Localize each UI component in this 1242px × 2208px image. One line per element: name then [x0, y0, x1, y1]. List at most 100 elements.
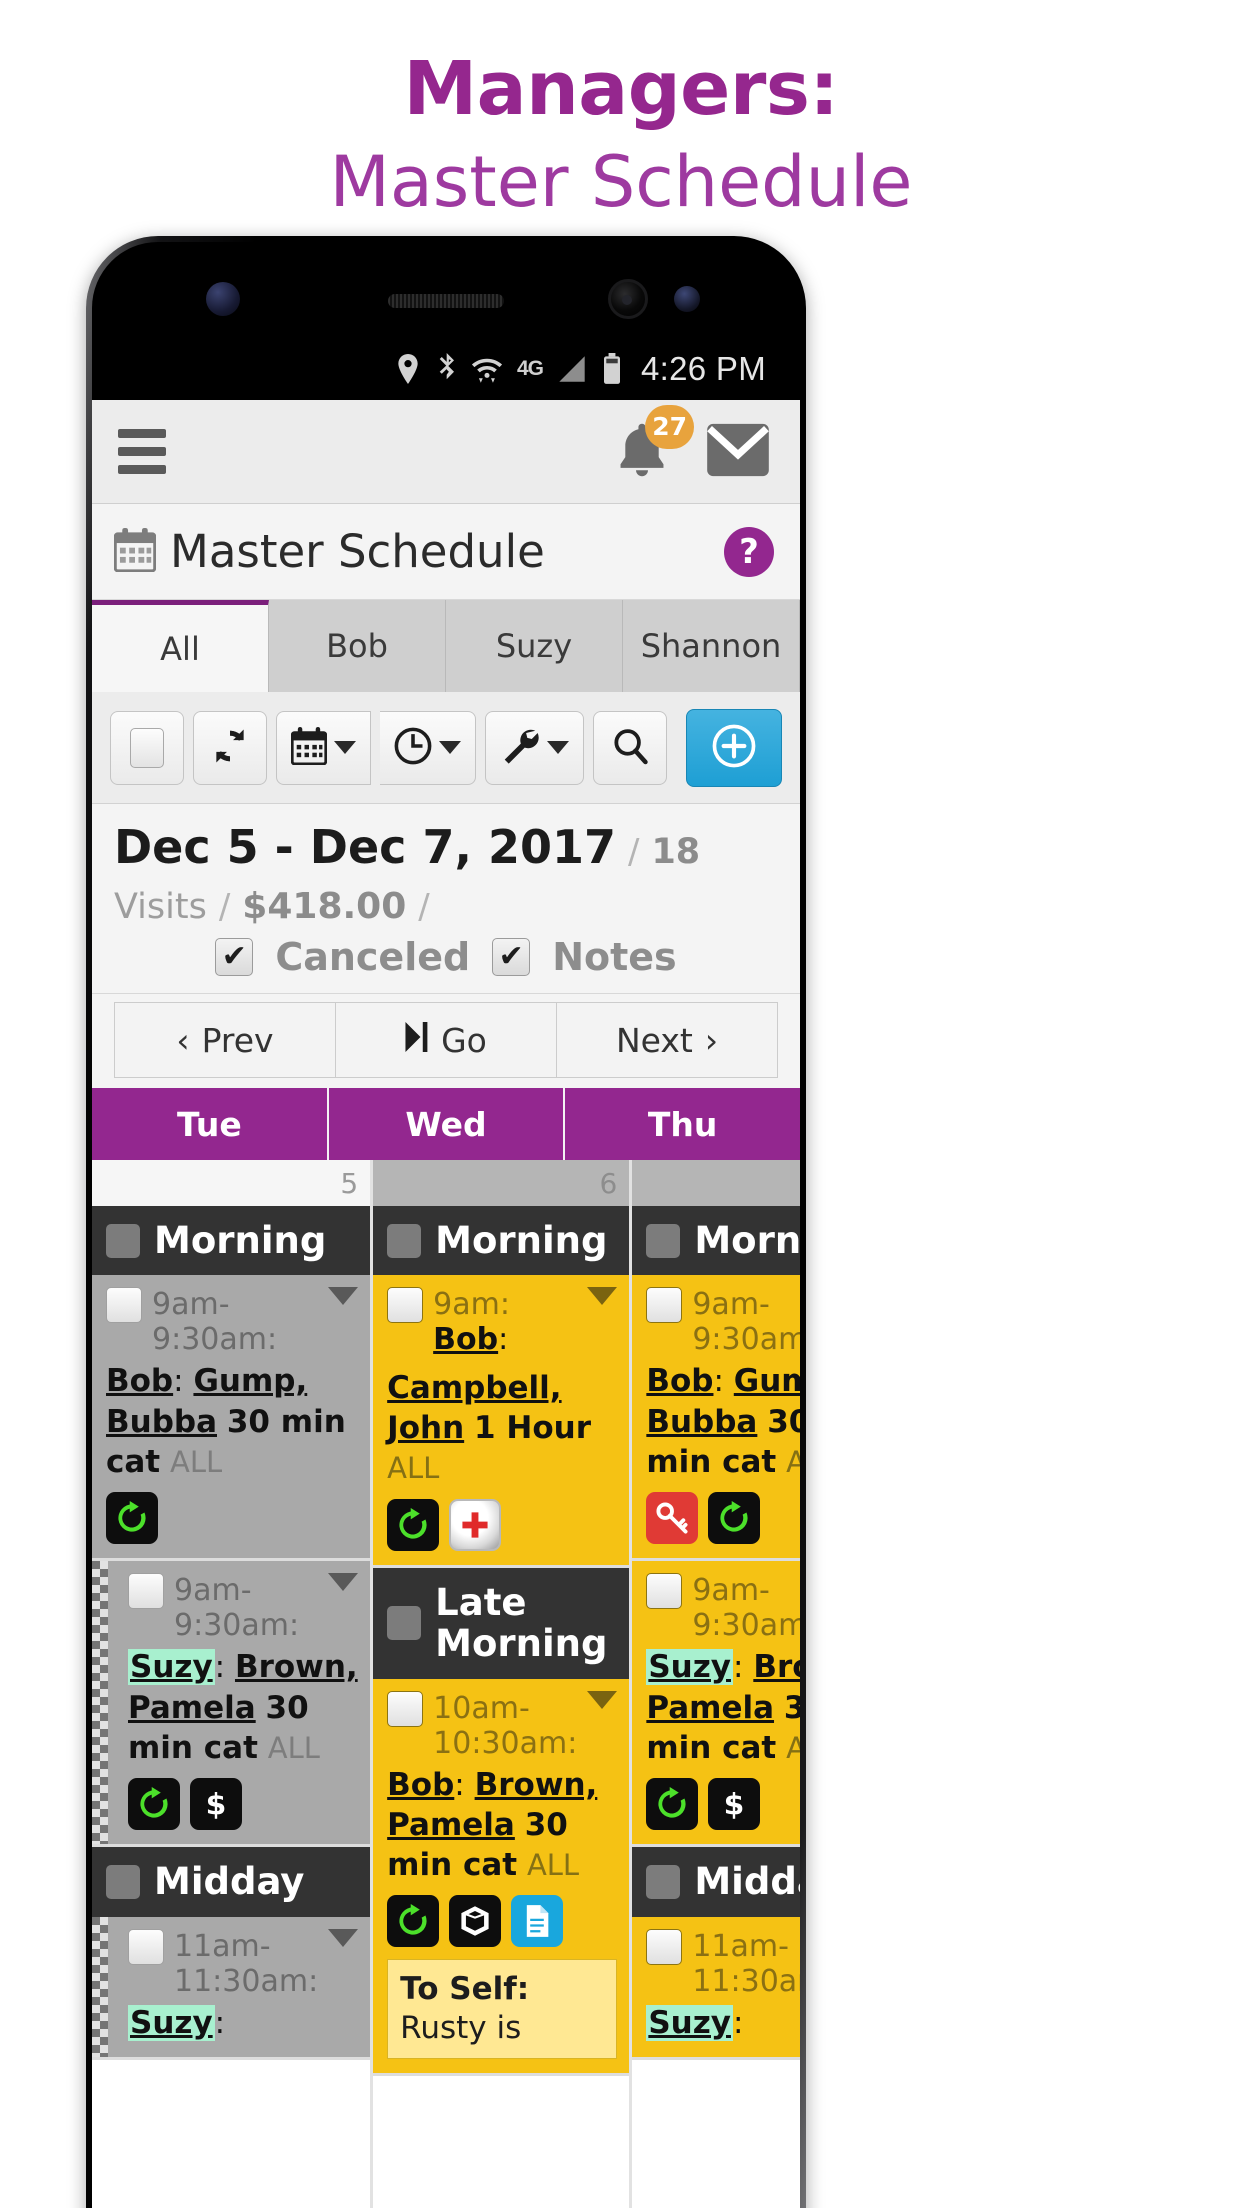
separator: / [418, 887, 430, 927]
day-number: 6 [373, 1160, 630, 1206]
canceled-checkbox[interactable]: ✔ [215, 938, 254, 976]
section-checkbox[interactable] [387, 1606, 422, 1641]
section-checkbox[interactable] [106, 1223, 140, 1258]
time-view-button[interactable] [380, 710, 476, 785]
staff-name[interactable]: Bob [646, 1363, 713, 1399]
section-header-morning[interactable]: Morning [373, 1206, 630, 1276]
hamburger-menu-icon[interactable] [118, 429, 166, 474]
appointment-header: 9am-9:30am: [646, 1573, 800, 1643]
section-label: Morning [435, 1219, 608, 1262]
recurring-icon[interactable] [646, 1778, 699, 1831]
calendar-icon [290, 726, 328, 769]
notes-checkbox[interactable]: ✔ [492, 938, 531, 976]
appointment-card[interactable]: 9am-9:30am: Bob: Gump, Bubba 30 min cat … [92, 1275, 371, 1562]
prev-button[interactable]: ‹ Prev [114, 1002, 336, 1078]
tab-shannon[interactable]: Shannon [623, 600, 800, 692]
search-button[interactable] [593, 710, 667, 785]
tab-bob[interactable]: Bob [269, 600, 446, 692]
package-icon[interactable] [449, 1895, 502, 1948]
location-pin-icon [395, 354, 421, 384]
earpiece-speaker [388, 294, 504, 308]
phone-screen-area: 4G 4:26 PM 27 Master Schedule ? All Bob … [92, 242, 800, 2208]
note-text: Rusty is [400, 2010, 522, 2047]
appointment-card[interactable]: 9am-9:30am: Suzy: Brown, Pamela 30 min c… [92, 1561, 371, 1848]
medical-cross-icon[interactable] [449, 1498, 502, 1551]
payment-icon[interactable]: $ [190, 1778, 242, 1831]
app-bar-actions: 27 [612, 404, 770, 485]
calendar-view-button[interactable] [276, 710, 371, 785]
payment-icon[interactable]: $ [708, 1778, 761, 1831]
appointment-checkbox[interactable] [128, 1573, 164, 1610]
appointment-body: Suzy: Brown, Pamela 30 min cat ALL [646, 1647, 800, 1768]
section-header-late-morning[interactable]: Late Morning [373, 1567, 630, 1679]
calendar-icon [113, 527, 157, 576]
appointment-card[interactable]: 9am: Bob: .. Bob Campbell, John 1 Hour A… [373, 1275, 630, 1568]
help-button[interactable]: ? [724, 526, 774, 577]
section-header-midday[interactable]: Midday [632, 1847, 800, 1917]
section-checkbox[interactable] [646, 1864, 681, 1899]
tools-button[interactable] [485, 710, 584, 785]
appointment-time: 9am-9:30am: [152, 1287, 278, 1358]
chevron-down-icon[interactable] [328, 1573, 359, 1592]
appointment-checkbox[interactable] [128, 1928, 164, 1965]
chevron-down-icon[interactable] [328, 1287, 359, 1306]
chevron-down-icon[interactable] [328, 1928, 359, 1947]
document-icon[interactable] [511, 1895, 564, 1948]
svg-text:$: $ [724, 1788, 745, 1821]
appointment-card[interactable]: 9am-9:30am: Bob: Gump, Bubba 30 min cat … [632, 1275, 800, 1562]
staff-name[interactable]: Bob [387, 1767, 454, 1803]
section-header-morning[interactable]: Morning [632, 1206, 800, 1276]
notifications-button[interactable]: 27 [612, 404, 694, 485]
appointment-icons [646, 1492, 800, 1545]
day-header-bar: Tue Wed Thu [92, 1088, 800, 1160]
staff-name[interactable]: Bob [106, 1363, 173, 1399]
chevron-down-icon[interactable] [587, 1287, 618, 1306]
select-toggle-button[interactable] [110, 710, 184, 785]
recurring-icon[interactable] [387, 1498, 440, 1551]
visits-label: Visits [114, 887, 207, 927]
recurring-icon[interactable] [708, 1492, 761, 1545]
staff-name[interactable]: Suzy [646, 1649, 733, 1686]
appointment-checkbox[interactable] [646, 1287, 683, 1324]
appointment-icons [387, 1498, 617, 1551]
section-checkbox[interactable] [646, 1223, 681, 1258]
tab-all[interactable]: All [92, 600, 269, 692]
day-header-tue[interactable]: Tue [92, 1088, 329, 1160]
appointment-scope: ALL [786, 1730, 800, 1765]
recurring-icon[interactable] [128, 1778, 180, 1831]
tab-label: All [160, 629, 200, 668]
go-button[interactable]: Go [336, 1002, 557, 1078]
appointment-checkbox[interactable] [387, 1690, 424, 1727]
appointment-card[interactable]: 11am-11:30am: Suzy: [92, 1916, 371, 2060]
section-header-morning[interactable]: Morning [92, 1206, 371, 1276]
appointment-card[interactable]: 9am-9:30am: Suzy: Brown, Pamela 30 min c… [632, 1561, 800, 1848]
key-icon[interactable] [646, 1492, 699, 1545]
total-amount: $418.00 [242, 886, 407, 927]
next-button[interactable]: Next › [557, 1002, 778, 1078]
day-header-wed[interactable]: Wed [328, 1088, 566, 1160]
appointment-body: Bob: Gump, Bubba 30 min cat ALL [106, 1363, 346, 1481]
section-checkbox[interactable] [106, 1864, 140, 1899]
appointment-checkbox[interactable] [646, 1573, 683, 1610]
appointment-checkbox[interactable] [106, 1287, 142, 1324]
mail-button[interactable] [706, 422, 770, 482]
section-header-midday[interactable]: Midday [92, 1847, 371, 1917]
appointment-header: 9am-9:30am: [128, 1573, 359, 1643]
appointment-checkbox[interactable] [387, 1287, 424, 1324]
staff-name[interactable]: Suzy [646, 2004, 733, 2041]
headline-line1: Managers: [403, 46, 839, 132]
tab-suzy[interactable]: Suzy [446, 600, 623, 692]
day-header-thu[interactable]: Thu [565, 1088, 800, 1160]
staff-name[interactable]: Suzy [128, 2004, 215, 2041]
appointment-card[interactable]: 11am-11:30am: Suzy: [632, 1916, 800, 2060]
chevron-down-icon[interactable] [587, 1690, 618, 1709]
section-checkbox[interactable] [387, 1223, 422, 1258]
add-button[interactable] [686, 708, 782, 787]
staff-name[interactable]: Suzy [128, 1649, 215, 1686]
recurring-icon[interactable] [387, 1895, 440, 1948]
recurring-icon[interactable] [106, 1492, 158, 1545]
appointment-checkbox[interactable] [646, 1928, 683, 1965]
app-bar: 27 [92, 400, 800, 504]
refresh-button[interactable] [193, 710, 267, 785]
appointment-card[interactable]: 10am-10:30am: Bob: Brown, Pamela 30 min … [373, 1678, 630, 2076]
